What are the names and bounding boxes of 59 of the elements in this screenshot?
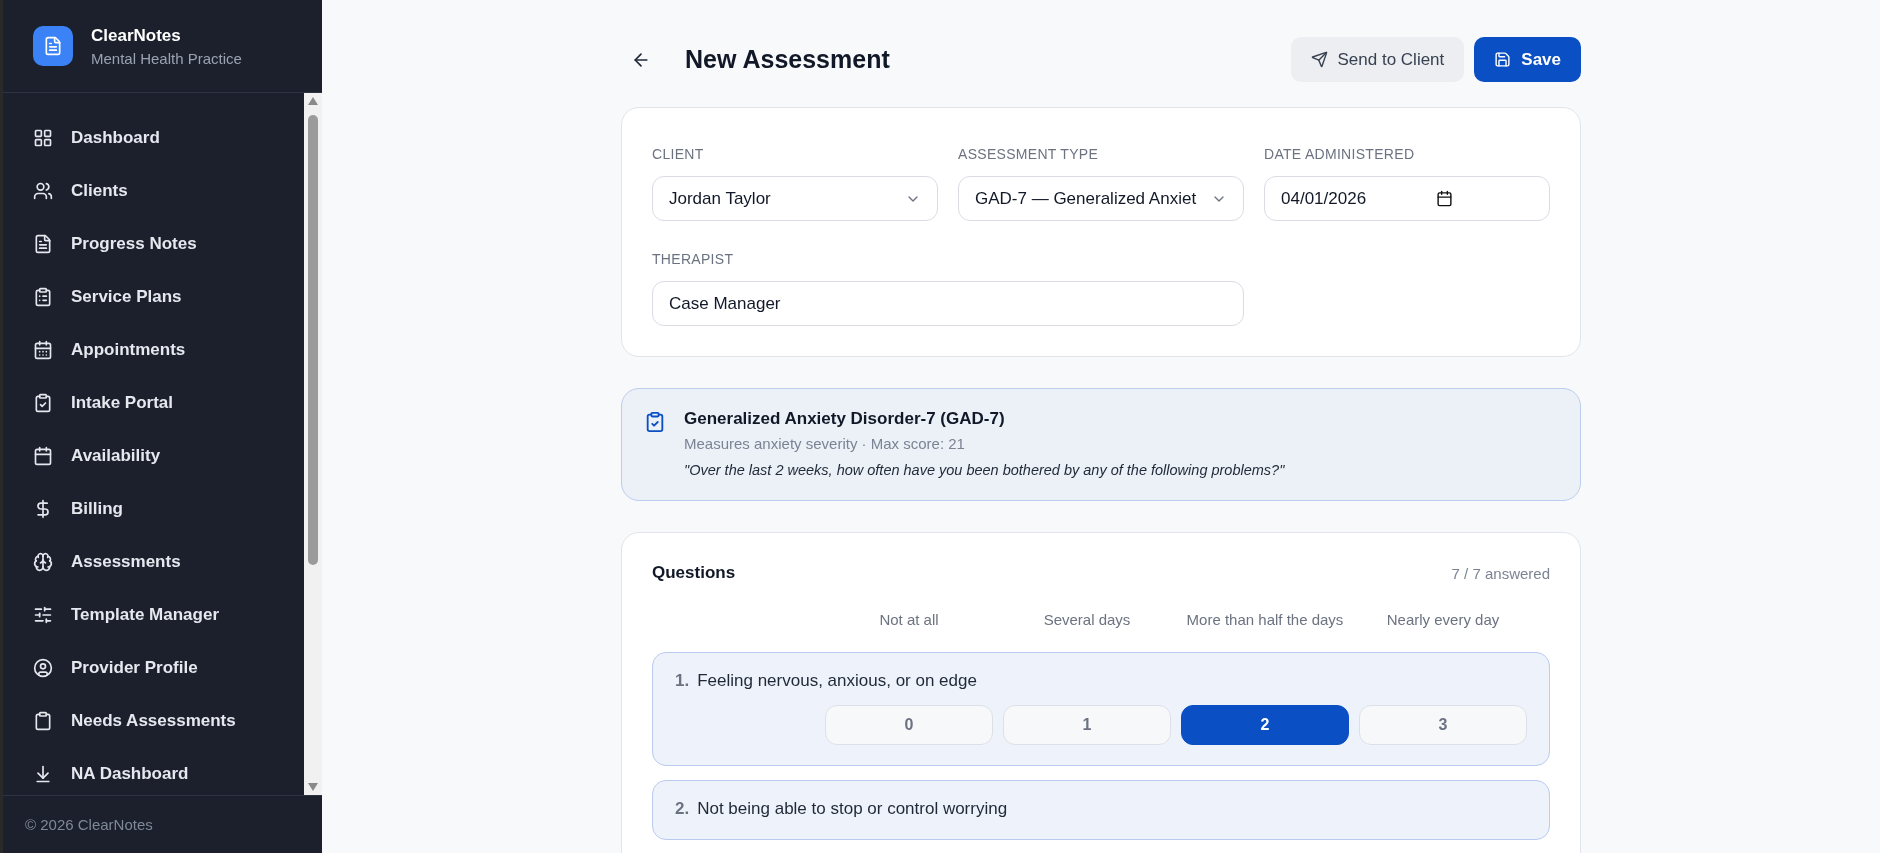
nav-item[interactable]: Dashboard xyxy=(3,111,304,164)
field-label: CLIENT xyxy=(652,146,705,162)
answer-option[interactable]: 1 xyxy=(1003,705,1171,745)
nav-item[interactable]: Appointments xyxy=(3,323,304,376)
answer-option[interactable]: 2 xyxy=(1181,705,1349,745)
assessment-title: Generalized Anxiety Disorder-7 (GAD-7) xyxy=(684,409,1006,429)
paper-plane-icon xyxy=(1310,51,1328,68)
nav-item[interactable]: Availability xyxy=(3,429,304,482)
send-button[interactable]: Send to Client xyxy=(1290,37,1465,82)
calendar-icon xyxy=(33,445,53,466)
clipboard-check-icon xyxy=(33,392,53,413)
question-text: 2. Not being able to stop or control worrying xyxy=(675,799,1008,819)
nav-item[interactable]: NA Dashboard xyxy=(3,747,304,795)
nav-item[interactable]: Billing xyxy=(3,482,304,535)
brand-subtitle: Mental Health Practice xyxy=(91,49,242,67)
date-field[interactable]: 04/01/2026 xyxy=(1264,176,1550,221)
calendar-icon[interactable] xyxy=(1436,190,1453,207)
nav-item[interactable]: Provider Profile xyxy=(3,641,304,694)
answer-option[interactable]: 0 xyxy=(825,705,993,745)
assessment-prompt: "Over the last 2 weeks, how often have you been bothered by any of the following problems?" xyxy=(684,462,1285,478)
users-icon xyxy=(33,180,53,201)
scale-label: More than half the days xyxy=(1185,611,1345,628)
page-title: New Assessment xyxy=(685,45,891,74)
select-field[interactable]: Jordan Taylor xyxy=(652,176,938,221)
nav-item[interactable]: Clients xyxy=(3,164,304,217)
document-icon xyxy=(33,233,53,254)
nav-item[interactable]: Needs Assessments xyxy=(3,694,304,747)
nav-item[interactable]: Assessments xyxy=(3,535,304,588)
select-field[interactable]: GAD-7 — Generalized Anxiet xyxy=(958,176,1244,221)
sliders-icon xyxy=(33,604,53,625)
assessment-subtitle: Measures anxiety severity · Max score: 21 xyxy=(684,435,966,452)
answer-option[interactable]: 3 xyxy=(1359,705,1527,745)
nav-item[interactable]: Progress Notes xyxy=(3,217,304,270)
brand-name: ClearNotes xyxy=(91,25,182,46)
user-circle-icon xyxy=(33,657,53,678)
download-icon xyxy=(33,763,53,784)
calendar-icon xyxy=(33,339,53,360)
scale-label: Not at all xyxy=(878,611,940,628)
nav-item[interactable]: Intake Portal xyxy=(3,376,304,429)
input-field[interactable]: Case Manager xyxy=(652,281,1244,326)
scrollbar[interactable] xyxy=(304,93,322,795)
scale-label: Several days xyxy=(1042,611,1132,628)
copyright-text: © 2026 ClearNotes xyxy=(3,795,322,853)
brain-icon xyxy=(33,551,53,572)
clipboard-icon xyxy=(33,710,53,731)
section-title: Questions xyxy=(652,563,736,583)
clipboard-list-icon xyxy=(33,286,53,307)
logo-icon xyxy=(33,26,73,66)
nav-item[interactable]: Template Manager xyxy=(3,588,304,641)
nav-item[interactable]: Service Plans xyxy=(3,270,304,323)
field-label: DATE ADMINISTERED xyxy=(1264,146,1416,162)
clipboard-check-icon xyxy=(644,411,666,433)
grid-icon xyxy=(33,127,53,148)
field-label: ASSESSMENT TYPE xyxy=(958,146,1100,162)
scale-label: Nearly every day xyxy=(1385,611,1501,628)
answered-count: 7 / 7 answered xyxy=(1451,564,1550,582)
save-button[interactable]: Save xyxy=(1474,37,1581,82)
question-text: 1. Feeling nervous, anxious, or on edge xyxy=(675,671,977,691)
field-label: THERAPIST xyxy=(652,251,735,267)
